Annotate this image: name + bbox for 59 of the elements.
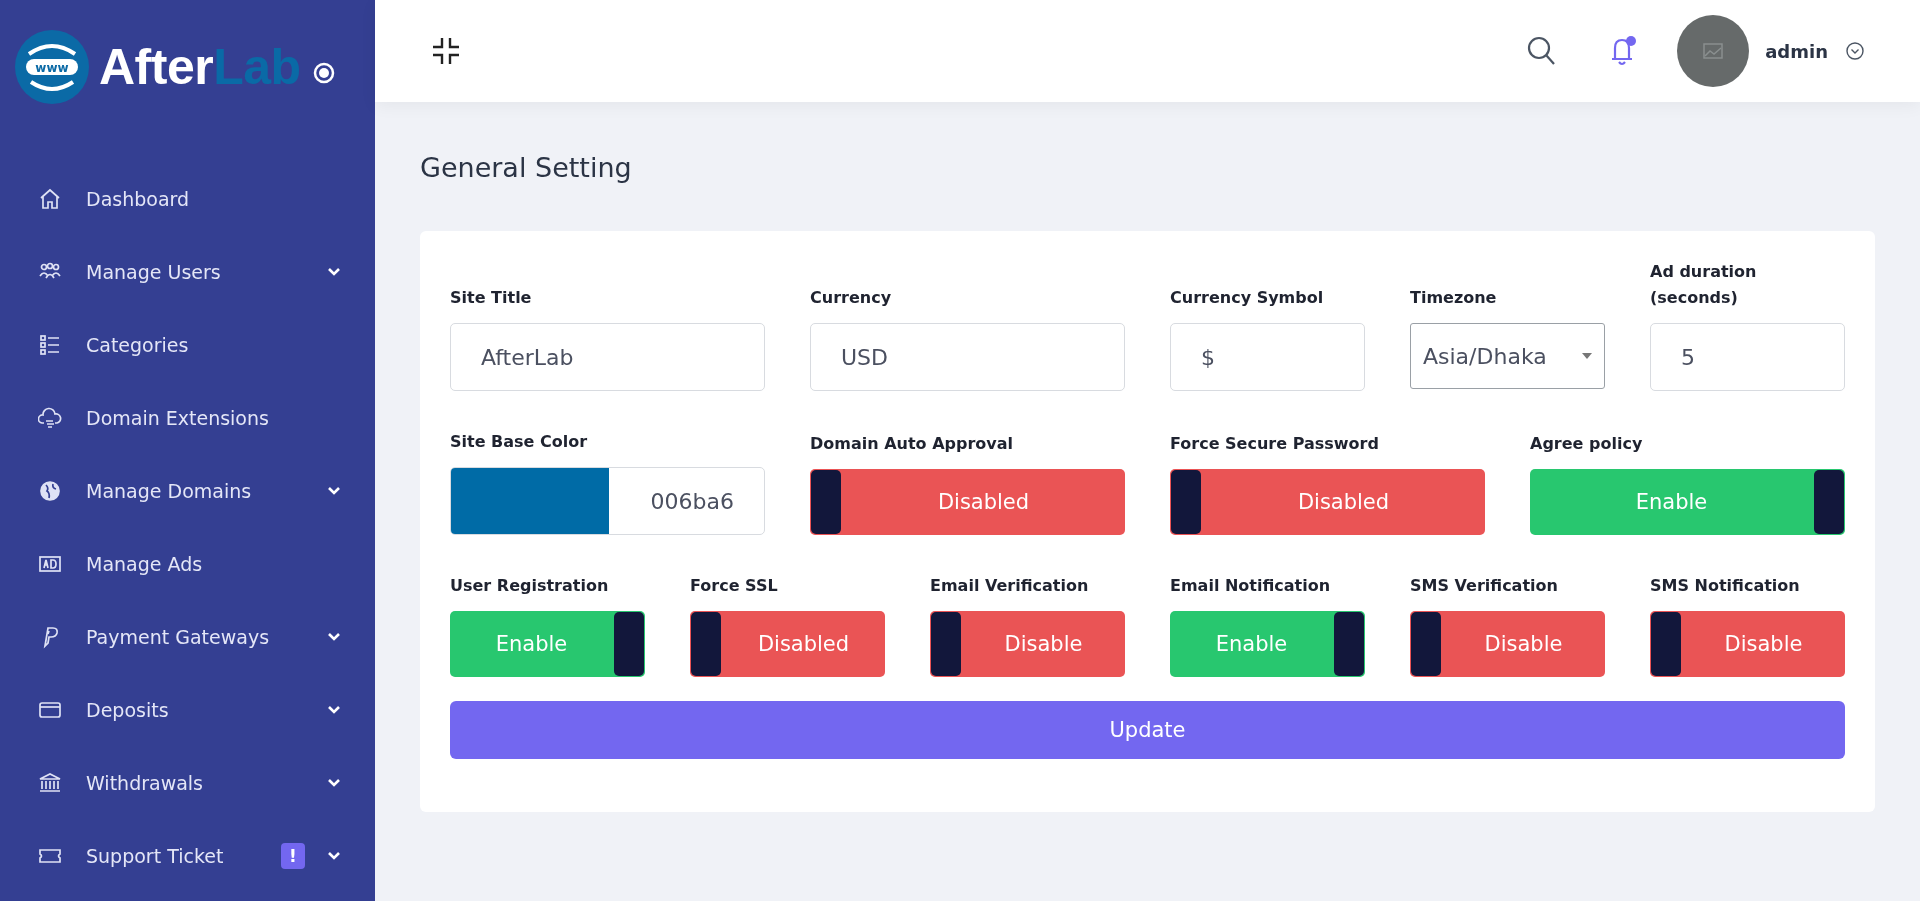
field-label: Ad duration (seconds) (1650, 261, 1758, 309)
field-label: Currency (810, 287, 893, 309)
chevron-down-icon (327, 266, 341, 277)
field-label: Force SSL (690, 575, 779, 597)
sidebar-item[interactable]: Deposits (0, 673, 375, 746)
sidebar-item[interactable]: Manage Domains (0, 454, 375, 527)
text-field[interactable]: 5 (1650, 323, 1845, 391)
toggle-switch[interactable]: Disabled (690, 611, 885, 677)
text-field[interactable]: USD (810, 323, 1125, 391)
update-button[interactable]: Update (450, 701, 1845, 759)
sidebar-item[interactable]: Manage Users (0, 235, 375, 308)
cloud-icon (38, 405, 62, 430)
field-label: Domain Auto Approval (810, 433, 1015, 455)
page-title: General Setting (420, 152, 633, 183)
dropdown-caret-icon (1582, 353, 1592, 359)
chevron-down-icon (327, 777, 341, 788)
sidebar-item[interactable]: Dashboard (0, 162, 375, 235)
chevron-down-icon (327, 704, 341, 715)
image-icon (1703, 43, 1724, 59)
color-picker-field[interactable]: 006ba6 (450, 467, 765, 535)
field-label: SMS Notification (1650, 575, 1801, 597)
sidebar-item[interactable]: Domain Extensions (0, 381, 375, 454)
house-icon (38, 186, 62, 211)
field-label: Site Title (450, 287, 533, 309)
chevron-down-icon (327, 631, 341, 642)
collapse-icon[interactable] (431, 36, 461, 66)
user-name[interactable]: admin (1765, 40, 1828, 62)
field-label: User Registration (450, 575, 610, 597)
globe-logo-icon: www (15, 30, 89, 104)
field-label: Force Secure Password (1170, 433, 1380, 455)
field-label: Agree policy (1530, 433, 1644, 455)
sidebar-item[interactable]: Categories (0, 308, 375, 381)
field-label: Site Base Color (450, 431, 589, 453)
field-label: Email Notification (1170, 575, 1332, 597)
field-label: SMS Verification (1410, 575, 1559, 597)
sidebar-item[interactable]: Support Ticket ! (0, 819, 375, 892)
sidebar-item[interactable]: Manage Ads (0, 527, 375, 600)
field-label: Currency Symbol (1170, 287, 1325, 309)
toggle-switch[interactable]: Disable (1650, 611, 1845, 677)
chevron-down-icon (327, 850, 341, 861)
list-icon (38, 332, 62, 357)
timezone-dropdown[interactable]: Asia/Dhaka (1410, 323, 1605, 389)
field-label: Timezone (1410, 287, 1498, 309)
chevron-circle-icon[interactable] (1846, 42, 1864, 60)
search-icon[interactable] (1527, 36, 1558, 66)
toggle-switch[interactable]: Disable (1410, 611, 1605, 677)
bank-icon (38, 770, 62, 795)
field-label: Email Verification (930, 575, 1090, 597)
toggle-switch[interactable]: Disabled (810, 469, 1125, 535)
sidebar-item[interactable]: Withdrawals (0, 746, 375, 819)
chevron-down-icon (327, 485, 341, 496)
sidebar-item[interactable]: Payment Gateways (0, 600, 375, 673)
text-field[interactable]: $ (1170, 323, 1365, 391)
toggle-switch[interactable]: Disable (930, 611, 1125, 677)
text-field[interactable]: AfterLab (450, 323, 765, 391)
alert-badge: ! (281, 842, 305, 869)
radio-icon[interactable] (312, 62, 335, 84)
toggle-switch[interactable]: Disabled (1170, 469, 1485, 535)
globe-icon (38, 478, 62, 503)
